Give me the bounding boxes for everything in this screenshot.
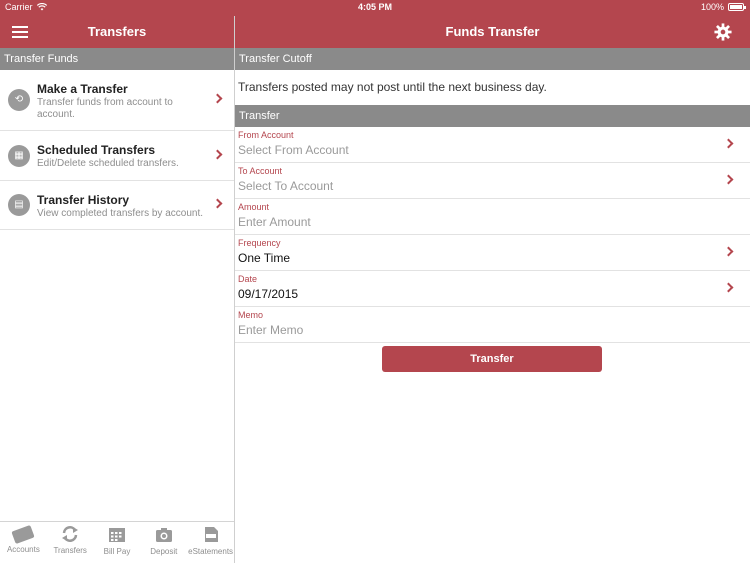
sidebar-item-make-transfer[interactable]: ⟲ Make a Transfer Transfer funds from ac… — [0, 70, 234, 131]
memo-field[interactable]: Memo Enter Memo — [235, 307, 750, 343]
tab-estatements[interactable]: eStatements — [187, 522, 234, 563]
chevron-right-icon — [212, 149, 223, 159]
battery-icon — [728, 3, 746, 11]
tab-label: Deposit — [150, 547, 178, 556]
left-nav-title: Transfers — [87, 24, 147, 39]
field-value: Enter Amount — [238, 215, 311, 229]
sidebar-item-title: Scheduled Transfers — [37, 143, 156, 157]
tab-label: Bill Pay — [103, 547, 131, 556]
sidebar-item-title: Make a Transfer — [37, 82, 128, 96]
field-label: Amount — [238, 202, 270, 212]
transfer-arrows-icon: ⟲ — [8, 89, 30, 111]
status-bar: Carrier 4:05 PM 100% — [0, 0, 750, 16]
tab-label: eStatements — [188, 547, 234, 556]
chevron-right-icon — [723, 174, 734, 184]
to-account-field[interactable]: To Account Select To Account — [235, 163, 750, 199]
amount-field[interactable]: Amount Enter Amount — [235, 199, 750, 235]
cutoff-section-header: Transfer Cutoff — [235, 48, 750, 70]
transfer-section-header: Transfer — [235, 105, 750, 127]
date-field[interactable]: Date 09/17/2015 — [235, 271, 750, 307]
field-label: Frequency — [238, 238, 281, 248]
field-label: Memo — [238, 310, 264, 320]
transfer-button[interactable]: Transfer — [382, 346, 602, 372]
right-nav-bar: Funds Transfer — [235, 16, 750, 48]
chevron-right-icon — [723, 138, 734, 148]
transfer-arrows-icon — [62, 526, 79, 542]
tab-label: Accounts — [6, 545, 40, 554]
sidebar-item-subtitle: View completed transfers by account. — [37, 208, 204, 219]
tab-label: Transfers — [53, 546, 87, 555]
right-nav-title: Funds Transfer — [445, 24, 540, 39]
field-value: One Time — [238, 251, 291, 265]
cutoff-notice: Transfers posted may not post until the … — [238, 80, 547, 94]
sidebar-item-subtitle: Edit/Delete scheduled transfers. — [37, 158, 179, 169]
tab-deposit[interactable]: Deposit — [140, 522, 187, 563]
sidebar-item-scheduled-transfers[interactable]: ▦ Scheduled Transfers Edit/Delete schedu… — [0, 131, 234, 181]
gear-icon[interactable] — [714, 23, 732, 41]
app: Carrier 4:05 PM 100% Transfers Funds Tra… — [0, 0, 750, 563]
field-value: Enter Memo — [238, 323, 304, 337]
sidebar-section-header: Transfer Funds — [0, 48, 234, 70]
main-content: Transfer Cutoff Transfers posted may not… — [235, 48, 750, 563]
chevron-right-icon — [723, 246, 734, 256]
frequency-field[interactable]: Frequency One Time — [235, 235, 750, 271]
battery-percent: 100% — [700, 2, 724, 12]
field-label: To Account — [238, 166, 283, 176]
battery-info: 100% — [700, 2, 746, 12]
field-value: 09/17/2015 — [238, 287, 299, 301]
calendar-icon: ▦ — [8, 144, 30, 167]
document-icon: ▤ — [8, 194, 30, 216]
pdf-icon — [204, 527, 218, 542]
chevron-right-icon — [212, 93, 223, 104]
sidebar-item-title: Transfer History — [37, 193, 130, 207]
from-account-field[interactable]: From Account Select From Account — [235, 127, 750, 163]
chevron-right-icon — [212, 198, 223, 209]
tab-accounts[interactable]: Accounts — [0, 522, 47, 563]
status-time: 4:05 PM — [357, 2, 392, 12]
sidebar-item-transfer-history[interactable]: ▤ Transfer History View completed transf… — [0, 181, 234, 230]
sidebar: Transfer Funds ⟲ Make a Transfer Transfe… — [0, 48, 234, 563]
tab-bill-pay[interactable]: Bill Pay — [94, 522, 141, 563]
chevron-right-icon — [723, 282, 734, 292]
field-label: From Account — [238, 130, 294, 140]
card-icon — [11, 524, 36, 545]
field-value: Select To Account — [238, 179, 334, 193]
tab-bar: Accounts Transfers Bill Pay Deposit eSta… — [0, 521, 234, 563]
field-value: Select From Account — [238, 143, 349, 157]
calendar-icon — [108, 528, 125, 542]
left-nav-bar: Transfers — [0, 16, 234, 48]
sidebar-item-subtitle: Transfer funds from account to account. — [37, 97, 173, 120]
camera-icon — [155, 528, 172, 542]
tab-transfers[interactable]: Transfers — [47, 522, 94, 563]
field-label: Date — [238, 274, 258, 284]
